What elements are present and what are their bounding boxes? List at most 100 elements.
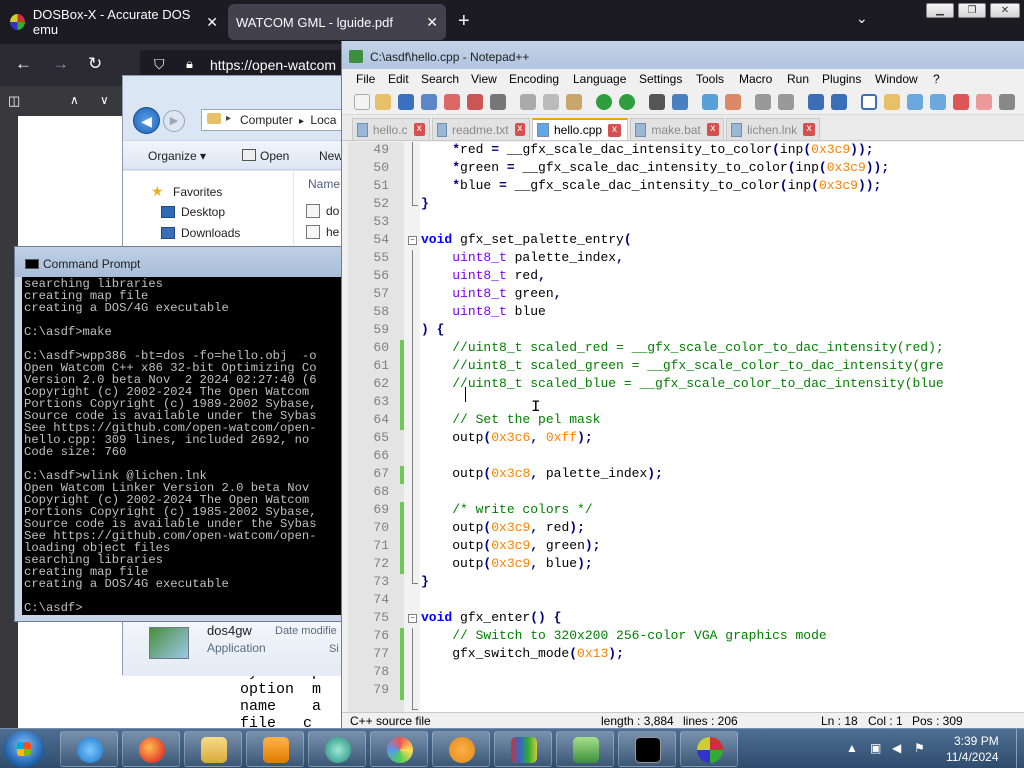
save-icon[interactable]: [398, 94, 414, 110]
new-folder-button[interactable]: New: [319, 149, 343, 163]
paste-icon[interactable]: [566, 94, 582, 110]
breadcrumb-computer[interactable]: Computer: [240, 113, 293, 127]
copy-icon[interactable]: [543, 94, 559, 110]
taskbar-media-player[interactable]: [246, 731, 304, 767]
menu-search[interactable]: Search: [421, 72, 459, 86]
explorer-back-button[interactable]: ◀: [133, 107, 160, 134]
close-tab-icon[interactable]: x: [803, 123, 815, 136]
open-button[interactable]: Open: [260, 149, 289, 163]
menu-edit[interactable]: Edit: [388, 72, 409, 86]
macro-stop-icon[interactable]: [976, 94, 992, 110]
back-button[interactable]: ←: [15, 54, 32, 74]
clock-date[interactable]: 11/4/2024: [946, 750, 999, 764]
tab-readme-txt[interactable]: readme.txt x: [432, 118, 530, 140]
close-all-icon[interactable]: [467, 94, 483, 110]
nav-downloads[interactable]: Downloads: [161, 226, 240, 240]
forward-button[interactable]: →: [52, 54, 69, 74]
zoom-out-icon[interactable]: [725, 94, 741, 110]
menu-language[interactable]: Language: [573, 72, 626, 86]
browser-tab-dosbox[interactable]: DOSBox-X - Accurate DOS emu ✕: [2, 4, 226, 40]
lock-icon[interactable]: 🔒︎: [186, 56, 193, 72]
cmd-console[interactable]: searching libraries creating map file crea…: [22, 277, 342, 615]
taskbar-notepad-plus-plus[interactable]: [556, 731, 614, 767]
show-hidden-icons-chevron-icon[interactable]: ▲: [846, 741, 858, 755]
fold-toggle-icon[interactable]: −: [408, 614, 417, 623]
breadcrumb-local[interactable]: Loca: [310, 113, 336, 127]
taskbar-paint[interactable]: [370, 731, 428, 767]
taskbar-app-circle[interactable]: [308, 731, 366, 767]
close-tab-icon[interactable]: x: [514, 123, 525, 136]
tracking-shield-icon[interactable]: ⛉: [154, 56, 165, 73]
print-icon[interactable]: [490, 94, 506, 110]
cmd-title-bar[interactable]: Command Prompt: [15, 247, 345, 277]
menu-settings[interactable]: Settings: [639, 72, 682, 86]
npp-title-bar[interactable]: C:\asdf\hello.cpp - Notepad++: [342, 41, 1024, 69]
new-tab-button[interactable]: +: [458, 10, 470, 33]
sync-vertical-icon[interactable]: [755, 94, 771, 110]
taskbar-command-prompt[interactable]: [618, 731, 676, 767]
column-header-name[interactable]: Name: [308, 177, 340, 191]
macro-record-icon[interactable]: [953, 94, 969, 110]
taskbar-explorer[interactable]: [184, 731, 242, 767]
language-icon[interactable]: [884, 94, 900, 110]
volume-icon[interactable]: ◀: [892, 741, 901, 755]
browser-tab-lguide[interactable]: WATCOM GML - lguide.pdf ✕: [228, 4, 446, 40]
close-tab-icon[interactable]: x: [413, 123, 425, 136]
menu-macro[interactable]: Macro: [739, 72, 772, 86]
menu-run[interactable]: Run: [787, 72, 809, 86]
url-text[interactable]: https://open-watcom: [210, 57, 336, 73]
reload-button[interactable]: ↻: [88, 54, 102, 74]
menu-encoding[interactable]: Encoding: [509, 72, 559, 86]
taskbar-winrar[interactable]: [494, 731, 552, 767]
taskbar-internet-explorer[interactable]: [60, 731, 118, 767]
open-file-icon[interactable]: [375, 94, 391, 110]
word-wrap-icon[interactable]: [808, 94, 824, 110]
tab-hello-cpp[interactable]: hello.cpp x: [532, 118, 628, 140]
menu-tools[interactable]: Tools: [696, 72, 724, 86]
tab-make-bat[interactable]: make.bat x: [630, 118, 724, 140]
redo-icon[interactable]: [619, 94, 635, 110]
function-list-icon[interactable]: [930, 94, 946, 110]
maximize-button[interactable]: ❐: [958, 3, 986, 18]
show-desktop-button[interactable]: [1016, 729, 1024, 768]
tab-lichen-lnk[interactable]: lichen.lnk x: [726, 118, 820, 140]
save-all-icon[interactable]: [421, 94, 437, 110]
previous-page-button[interactable]: ∧: [70, 93, 79, 107]
taskbar-scratch[interactable]: [432, 731, 490, 767]
close-file-icon[interactable]: [444, 94, 460, 110]
menu-file[interactable]: File: [356, 72, 375, 86]
close-tab-icon[interactable]: ✕: [206, 14, 218, 31]
menu-window[interactable]: Window: [875, 72, 918, 86]
close-tab-icon[interactable]: x: [608, 123, 622, 137]
sidebar-toggle-icon[interactable]: ◫: [8, 93, 20, 109]
zoom-in-icon[interactable]: [702, 94, 718, 110]
show-all-characters-icon[interactable]: [831, 94, 847, 110]
close-tab-icon[interactable]: x: [706, 123, 719, 136]
taskbar-firefox[interactable]: [122, 731, 180, 767]
list-all-tabs-button[interactable]: ⌄: [856, 10, 868, 27]
clock-time[interactable]: 3:39 PM: [954, 734, 999, 748]
fold-toggle-icon[interactable]: −: [408, 236, 417, 245]
nav-favorites[interactable]: ★ Favorites: [151, 183, 222, 200]
find-icon[interactable]: [649, 94, 665, 110]
network-icon[interactable]: ▣: [870, 741, 881, 755]
sync-horizontal-icon[interactable]: [778, 94, 794, 110]
organize-button[interactable]: Organize ▾: [148, 149, 206, 163]
taskbar-dosbox-x[interactable]: [680, 731, 738, 767]
tab-hello-c[interactable]: hello.c x: [352, 118, 430, 140]
minimize-button[interactable]: ▁: [926, 3, 954, 18]
next-page-button[interactable]: ∨: [100, 93, 109, 107]
new-file-icon[interactable]: [354, 94, 370, 110]
menu-help[interactable]: ?: [933, 72, 940, 86]
action-center-flag-icon[interactable]: ⚑: [914, 741, 925, 755]
start-button[interactable]: [4, 731, 44, 767]
close-tab-icon[interactable]: ✕: [426, 14, 438, 31]
file-item[interactable]: do: [306, 204, 339, 218]
menu-view[interactable]: View: [471, 72, 497, 86]
nav-desktop[interactable]: Desktop: [161, 205, 225, 219]
code-editor[interactable]: *red = __gfx_scale_dac_intensity_to_colo…: [348, 142, 1024, 712]
macro-play-icon[interactable]: [999, 94, 1015, 110]
indent-guide-icon[interactable]: [861, 94, 877, 110]
undo-icon[interactable]: [596, 94, 612, 110]
explorer-forward-button[interactable]: ▶: [163, 110, 185, 132]
